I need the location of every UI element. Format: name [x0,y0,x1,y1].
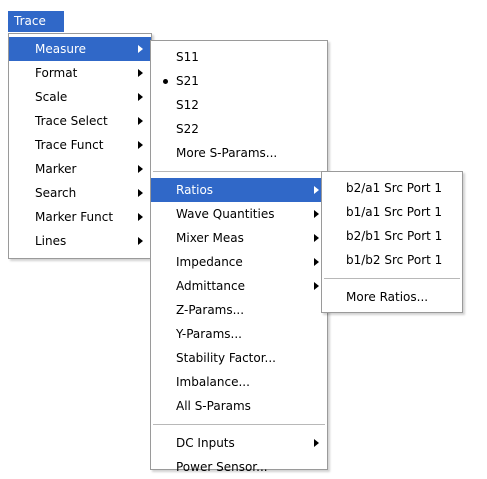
submenu-arrow-icon [138,69,143,77]
measure-item-z-params[interactable]: Z-Params... [151,298,327,322]
measure-item-admittance[interactable]: Admittance [151,274,327,298]
ratios-item-b1-b2[interactable]: b1/b2 Src Port 1 [322,248,462,272]
measure-item-s11[interactable]: S11 [151,45,327,69]
submenu-arrow-icon [314,258,319,266]
measure-item-s21[interactable]: S21 [151,69,327,93]
measure-item-more-s-params[interactable]: More S-Params... [151,141,327,165]
menu-item-label: b1/b2 Src Port 1 [346,253,443,267]
menu-item-label: Admittance [176,279,245,293]
measure-item-wave-quantities[interactable]: Wave Quantities [151,202,327,226]
menu-item-label: Search [35,186,77,200]
submenu-arrow-icon [314,234,319,242]
trace-menu-item-trace-funct[interactable]: Trace Funct [9,133,151,157]
trace-menu-item-scale[interactable]: Scale [9,85,151,109]
menubar-trace[interactable]: Trace [8,11,64,32]
menu-item-label: Trace Select [35,114,108,128]
measure-item-s22[interactable]: S22 [151,117,327,141]
trace-menu: Measure Format Scale Trace Select Trace … [8,33,152,259]
measure-item-dc-inputs[interactable]: DC Inputs [151,431,327,455]
measure-item-ratios[interactable]: Ratios [151,178,327,202]
measure-item-y-params[interactable]: Y-Params... [151,322,327,346]
trace-menu-item-search[interactable]: Search [9,181,151,205]
ratios-item-more-ratios[interactable]: More Ratios... [322,285,462,309]
submenu-arrow-icon [314,210,319,218]
menu-item-label: Z-Params... [176,303,245,317]
measure-item-mixer-meas[interactable]: Mixer Meas [151,226,327,250]
trace-menu-item-marker[interactable]: Marker [9,157,151,181]
submenu-arrow-icon [138,45,143,53]
trace-menu-item-measure[interactable]: Measure [9,37,151,61]
submenu-arrow-icon [138,213,143,221]
menu-item-label: Mixer Meas [176,231,244,245]
menu-item-label: DC Inputs [176,436,235,450]
menu-item-label: More S-Params... [176,146,278,160]
menu-item-label: Measure [35,42,86,56]
menu-separator [153,171,325,172]
menu-item-label: Trace Funct [35,138,104,152]
menu-item-label: Marker Funct [35,210,114,224]
menu-item-label: b1/a1 Src Port 1 [346,205,443,219]
radio-bullet-icon [163,79,168,84]
ratios-item-b2-a1[interactable]: b2/a1 Src Port 1 [322,176,462,200]
menu-item-label: Lines [35,234,67,248]
menu-item-label: Ratios [176,183,214,197]
menu-item-label: Marker [35,162,77,176]
menu-item-label: Stability Factor... [176,351,276,365]
menu-item-label: S12 [176,98,199,112]
measure-item-imbalance[interactable]: Imbalance... [151,370,327,394]
submenu-arrow-icon [138,93,143,101]
ratios-submenu: b2/a1 Src Port 1 b1/a1 Src Port 1 b2/b1 … [321,171,463,313]
measure-item-stability-factor[interactable]: Stability Factor... [151,346,327,370]
measure-item-all-s-params[interactable]: All S-Params [151,394,327,418]
trace-menu-item-lines[interactable]: Lines [9,229,151,253]
trace-menu-item-marker-funct[interactable]: Marker Funct [9,205,151,229]
ratios-item-b2-b1[interactable]: b2/b1 Src Port 1 [322,224,462,248]
menu-item-label: Wave Quantities [176,207,275,221]
ratios-item-b1-a1[interactable]: b1/a1 Src Port 1 [322,200,462,224]
menu-item-label: More Ratios... [346,290,429,304]
menu-item-label: b2/a1 Src Port 1 [346,181,443,195]
measure-item-impedance[interactable]: Impedance [151,250,327,274]
menu-item-label: Y-Params... [176,327,242,341]
submenu-arrow-icon [138,189,143,197]
menu-item-label: S21 [176,74,199,88]
menu-item-label: b2/b1 Src Port 1 [346,229,443,243]
submenu-arrow-icon [138,117,143,125]
menu-item-label: Imbalance... [176,375,250,389]
measure-item-s12[interactable]: S12 [151,93,327,117]
submenu-arrow-icon [314,282,319,290]
submenu-arrow-icon [138,141,143,149]
measure-submenu: S11 S21 S12 S22 More S-Params... Ratios … [150,40,328,474]
menu-item-label: All S-Params [176,399,251,413]
measure-item-power-sensor[interactable]: Power Sensor... [151,455,327,479]
submenu-arrow-icon [314,186,319,194]
submenu-arrow-icon [138,237,143,245]
menu-item-label: Format [35,66,78,80]
menu-item-label: S11 [176,50,199,64]
trace-menu-item-trace-select[interactable]: Trace Select [9,109,151,133]
menu-separator [153,424,325,425]
menu-item-label: Impedance [176,255,243,269]
menu-item-label: S22 [176,122,199,136]
menu-separator [324,278,460,279]
trace-menu-item-format[interactable]: Format [9,61,151,85]
submenu-arrow-icon [314,439,319,447]
submenu-arrow-icon [138,165,143,173]
menu-item-label: Scale [35,90,68,104]
